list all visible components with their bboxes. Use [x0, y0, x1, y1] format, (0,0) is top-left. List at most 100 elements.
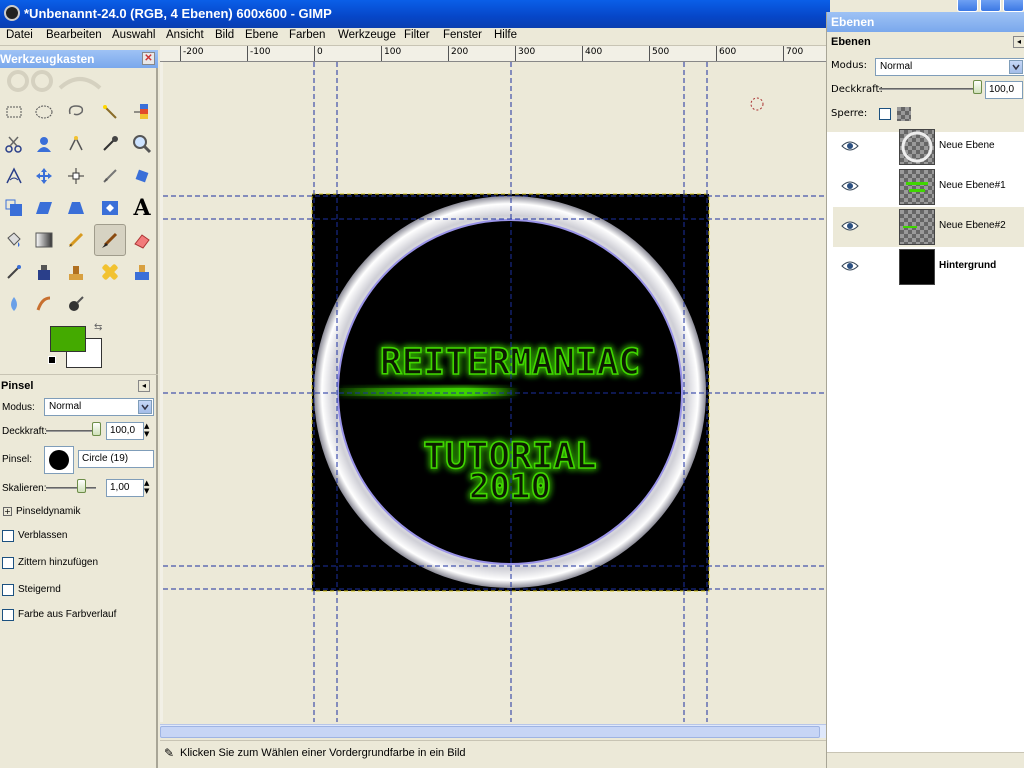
default-colors-icon[interactable]: [48, 356, 56, 364]
canvas-image[interactable]: REITERMANIAC TUTORIAL 2010: [163, 62, 826, 722]
layers-opacity-label: Deckkraft:: [831, 84, 883, 95]
menu-datei[interactable]: Datei: [6, 29, 33, 41]
layer-name[interactable]: Neue Ebene: [939, 140, 995, 151]
color-from-gradient-checkbox[interactable]: [2, 609, 14, 621]
scale-slider-handle[interactable]: [77, 479, 86, 493]
clone-icon[interactable]: [62, 258, 90, 286]
scale-spin-arrows[interactable]: ▲ ▼: [144, 479, 154, 497]
rotate-icon[interactable]: [128, 162, 156, 190]
layer-opacity-input[interactable]: 100,0: [985, 81, 1023, 99]
airbrush-icon[interactable]: [0, 258, 28, 286]
layer-name[interactable]: Hintergrund: [939, 260, 996, 271]
menu-hilfe[interactable]: Hilfe: [494, 29, 517, 41]
smudge-icon[interactable]: [30, 290, 58, 318]
heal-icon[interactable]: [96, 258, 124, 286]
scissors-icon[interactable]: [0, 130, 28, 158]
free-select-icon[interactable]: [62, 98, 90, 126]
minimize-button[interactable]: [957, 0, 978, 12]
opacity-spin-arrows[interactable]: ▲ ▼: [144, 422, 154, 440]
incremental-checkbox[interactable]: [2, 584, 14, 596]
paintbrush-icon[interactable]: [94, 224, 126, 256]
horizontal-ruler[interactable]: -200 -100 0 100 200 300 400 500 600 700: [160, 46, 826, 62]
menu-farben[interactable]: Farben: [289, 29, 325, 41]
chevron-down-icon: [138, 400, 152, 414]
canvas-viewport[interactable]: REITERMANIAC TUTORIAL 2010: [163, 62, 826, 722]
opacity-slider-handle[interactable]: [92, 422, 101, 436]
layer-name[interactable]: Neue Ebene#1: [939, 180, 1006, 191]
opacity-input[interactable]: 100,0: [106, 422, 144, 440]
ruler-label: -200: [183, 47, 204, 57]
brush-dynamics-expander[interactable]: Pinseldynamik: [16, 506, 80, 517]
lock-alpha-checkbox[interactable]: [879, 108, 891, 120]
tool-options-menu-icon[interactable]: ◂: [138, 380, 150, 392]
flip-icon[interactable]: [96, 194, 124, 222]
menu-ansicht[interactable]: Ansicht: [166, 29, 204, 41]
expand-icon[interactable]: +: [3, 507, 12, 516]
brush-preview[interactable]: [44, 446, 74, 474]
measure-icon[interactable]: [0, 162, 28, 190]
text-icon[interactable]: A: [128, 194, 156, 222]
menu-fenster[interactable]: Fenster: [443, 29, 482, 41]
menu-ebene[interactable]: Ebene: [245, 29, 278, 41]
move-icon[interactable]: [30, 162, 58, 190]
eraser-icon[interactable]: [128, 226, 156, 254]
layer-opacity-handle[interactable]: [973, 80, 982, 94]
layers-menu-icon[interactable]: ◂: [1013, 36, 1024, 48]
layer-name[interactable]: Neue Ebene#2: [939, 220, 1006, 231]
color-picker-icon[interactable]: [96, 130, 124, 158]
eye-icon[interactable]: [841, 219, 859, 233]
select-by-color-icon[interactable]: [128, 98, 156, 126]
menu-bearbeiten[interactable]: Bearbeiten: [46, 29, 102, 41]
layer-row[interactable]: Hintergrund: [833, 247, 1024, 287]
perspective-clone-icon[interactable]: [128, 258, 156, 286]
eye-icon[interactable]: [841, 139, 859, 153]
maximize-button[interactable]: [980, 0, 1001, 12]
jitter-checkbox[interactable]: [2, 557, 14, 569]
brush-name-field[interactable]: Circle (19): [78, 450, 154, 468]
paths-icon[interactable]: [62, 130, 90, 158]
layers-mode-label: Modus:: [831, 60, 868, 71]
swap-colors-icon[interactable]: ⇆: [94, 322, 102, 333]
incremental-label: Steigernd: [18, 584, 61, 595]
foreground-select-icon[interactable]: [30, 130, 58, 158]
layer-row[interactable]: Neue Ebene: [833, 127, 1024, 167]
toolbox-close-icon[interactable]: ✕: [142, 52, 155, 65]
bucket-fill-icon[interactable]: [0, 226, 28, 254]
layer-mode-select[interactable]: Normal: [875, 58, 1024, 76]
dodge-burn-icon[interactable]: [62, 290, 90, 318]
menu-auswahl[interactable]: Auswahl: [112, 29, 155, 41]
layer-row[interactable]: Neue Ebene#1: [833, 167, 1024, 207]
shear-icon[interactable]: [30, 194, 58, 222]
scale-input[interactable]: 1,00: [106, 479, 144, 497]
align-icon[interactable]: [62, 162, 90, 190]
layer-mode-value: Normal: [880, 61, 913, 72]
scale-slider-track[interactable]: [46, 487, 96, 489]
rect-select-icon[interactable]: [0, 98, 28, 126]
window-title: *Unbenannt-24.0 (RGB, 4 Ebenen) 600x600 …: [24, 6, 332, 21]
scale-icon[interactable]: [0, 194, 28, 222]
eye-icon[interactable]: [841, 179, 859, 193]
pencil-icon[interactable]: [62, 226, 90, 254]
menu-bild[interactable]: Bild: [215, 29, 234, 41]
layer-opacity-track[interactable]: [879, 88, 979, 90]
menu-filter[interactable]: Filter: [404, 29, 430, 41]
fuzzy-select-icon[interactable]: [96, 98, 124, 126]
zoom-icon[interactable]: [128, 130, 156, 158]
perspective-icon[interactable]: [62, 194, 90, 222]
blend-icon[interactable]: [30, 226, 58, 254]
ink-icon[interactable]: [30, 258, 58, 286]
eye-icon[interactable]: [841, 259, 859, 273]
scrollbar-thumb[interactable]: [160, 726, 820, 738]
foreground-color-swatch[interactable]: [50, 326, 86, 352]
close-button[interactable]: [1003, 0, 1024, 12]
toolbox-title: Werkzeugkasten: [0, 52, 95, 66]
mode-select[interactable]: Normal: [44, 398, 154, 416]
horizontal-scrollbar[interactable]: [160, 724, 826, 738]
opacity-slider-track[interactable]: [46, 430, 96, 432]
blur-icon[interactable]: [0, 290, 28, 318]
layer-row-active[interactable]: Neue Ebene#2: [833, 207, 1024, 247]
ellipse-select-icon[interactable]: [30, 98, 58, 126]
fade-checkbox[interactable]: [2, 530, 14, 542]
menu-werkzeuge[interactable]: Werkzeuge: [338, 29, 396, 41]
crop-icon[interactable]: [96, 162, 124, 190]
